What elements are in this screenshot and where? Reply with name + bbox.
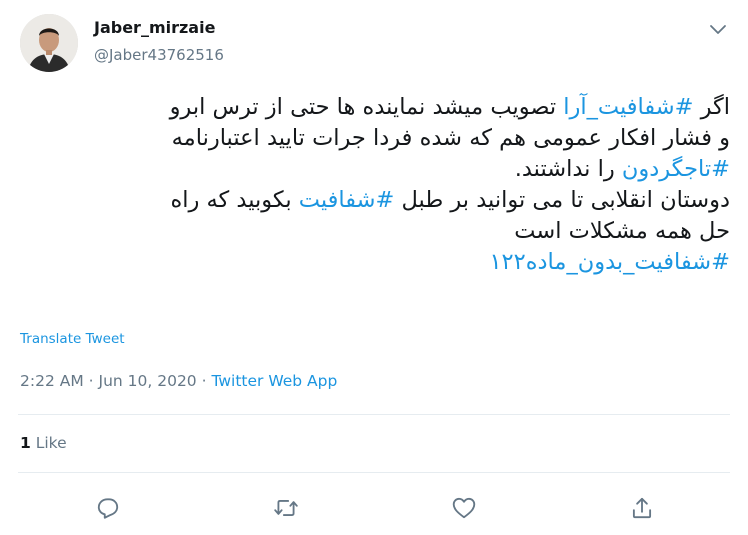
tweet-line: دوستان انقلابی تا می توانید بر طبل #شفاف… [18,185,730,216]
tweet-line: حل همه مشکلات است [514,218,730,244]
divider [18,414,730,415]
share-icon[interactable] [629,495,655,521]
hashtag-link[interactable]: #شفافیت [299,187,395,213]
tweet-line: #شفافیت_بدون_ماده۱۲۲ [18,247,730,278]
likes-number: 1 [20,434,31,452]
translate-tweet-link[interactable]: Translate Tweet [20,331,125,347]
tweet-text-segment: را نداشتند. [514,156,622,182]
hashtag-link[interactable]: #شفافیت_بدون_ماده۱۲۲ [489,249,730,275]
chevron-down-icon[interactable] [707,18,729,40]
tweet-source-link[interactable]: Twitter Web App [211,372,337,390]
tweet-text-segment: اگر [693,94,730,120]
display-name[interactable]: Jaber_mirzaie [94,18,215,37]
heart-icon[interactable] [451,495,477,521]
tweet-date[interactable]: Jun 10, 2020 [99,372,197,390]
reply-icon[interactable] [95,495,121,521]
tweet-text-segment: بکوبید که راه [170,187,299,213]
divider [18,472,730,473]
meta-separator: · [83,372,99,390]
likes-label: Like [30,434,67,452]
retweet-icon[interactable] [273,495,299,521]
hashtag-link[interactable]: #تاجگردون [622,156,730,182]
tweet-meta: 2:22 AM · Jun 10, 2020 · Twitter Web App [20,372,337,390]
tweet-time[interactable]: 2:22 AM [20,372,84,390]
user-photo-icon [20,14,78,72]
tweet-line: #تاجگردون را نداشتند. [18,154,730,185]
user-handle[interactable]: @Jaber43762516 [94,46,224,64]
tweet-text-segment: دوستان انقلابی تا می توانید بر طبل [394,187,730,213]
tweet-text: اگر #شفافیت_آرا تصویب میشد نماینده ها حت… [18,92,730,278]
tweet-text-segment: تصویب میشد نماینده ها حتی از ترس ابرو [169,94,564,120]
tweet-line: و فشار افکار عمومی هم که شده فردا جرات ت… [171,125,730,151]
avatar[interactable] [20,14,78,72]
meta-separator: · [196,372,212,390]
hashtag-link[interactable]: #شفافیت_آرا [563,94,693,120]
tweet-line: اگر #شفافیت_آرا تصویب میشد نماینده ها حت… [18,92,730,123]
likes-count[interactable]: 1 Like [20,434,67,452]
